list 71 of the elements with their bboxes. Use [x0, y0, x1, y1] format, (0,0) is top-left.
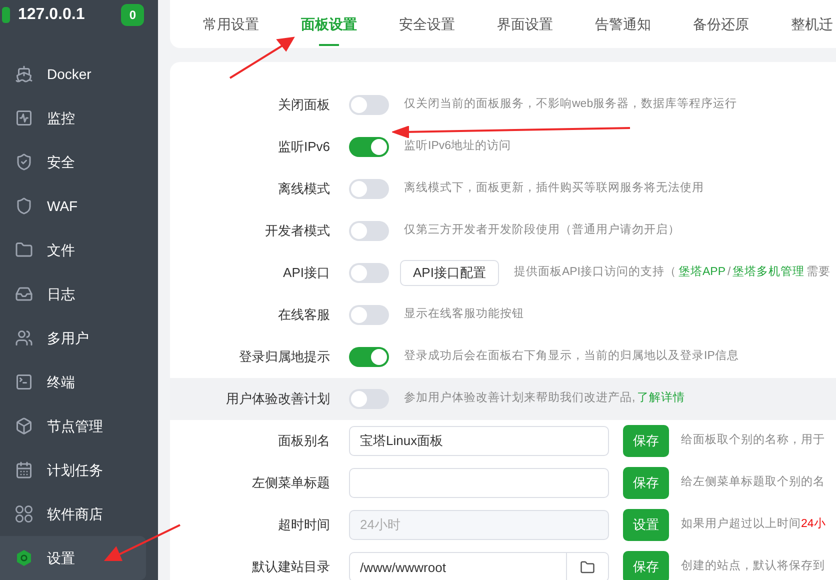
- annotation-arrow: [228, 36, 296, 80]
- setting-label: 默认建站目录: [251, 558, 330, 576]
- tab[interactable]: 备份还原: [672, 0, 770, 48]
- toggle-switch[interactable]: [349, 137, 389, 157]
- calendar-icon: [15, 461, 33, 479]
- tab[interactable]: 安全设置: [378, 0, 476, 48]
- text-field[interactable]: 宝塔Linux面板: [349, 426, 609, 456]
- host-address: 127.0.0.1: [18, 5, 85, 25]
- cube-icon: [15, 417, 33, 435]
- setting-label: 开发者模式: [264, 222, 330, 240]
- setting-label: 关闭面板: [277, 96, 330, 114]
- toggle-switch[interactable]: [349, 221, 389, 241]
- tab[interactable]: 整机迁: [770, 0, 836, 48]
- folder-button[interactable]: [567, 552, 609, 580]
- setting-label: 登录归属地提示: [238, 348, 330, 366]
- setting-label: 左侧菜单标题: [251, 474, 330, 492]
- path-field[interactable]: /www/wwwroot: [349, 552, 567, 580]
- setting-description: 参加用户体验改善计划来帮助我们改进产品, 了解详情: [404, 390, 686, 406]
- toggle-switch[interactable]: [349, 305, 389, 325]
- setting-label: 面板别名: [277, 432, 330, 450]
- toggle-switch[interactable]: [349, 389, 389, 409]
- api-config-button[interactable]: API接口配置: [400, 260, 499, 286]
- setting-description: 仅第三方开发者开发阶段使用（普通用户请勿开启）: [404, 222, 680, 238]
- toggle-switch[interactable]: [349, 347, 389, 367]
- setting-description: 给面板取个别的名称，用于: [681, 432, 825, 448]
- setting-description: 离线模式下，面板更新，插件购买等联网服务将无法使用: [404, 180, 704, 196]
- sidebar-item[interactable]: 设置: [0, 536, 146, 580]
- tab[interactable]: 界面设置: [476, 0, 574, 48]
- tray-icon: [15, 285, 33, 303]
- shield-check-icon: [15, 153, 33, 171]
- setting-label: 监听IPv6: [276, 138, 330, 156]
- ship-icon: [15, 65, 33, 83]
- setting-description: 仅关闭当前的面板服务，不影响web服务器，数据库等程序运行: [404, 96, 738, 112]
- sidebar-item[interactable]: Docker: [0, 52, 158, 96]
- setting-label: 超时时间: [277, 516, 330, 534]
- setting-label: 在线客服: [277, 306, 330, 324]
- setting-description: 给左侧菜单标题取个别的名: [681, 474, 825, 490]
- sidebar-item[interactable]: 监控: [0, 96, 158, 140]
- sidebar-item[interactable]: 节点管理: [0, 404, 158, 448]
- folder-icon: [580, 560, 595, 574]
- sidebar-item[interactable]: 安全: [0, 140, 158, 184]
- sidebar-item[interactable]: WAF: [0, 184, 158, 228]
- setting-label: 用户体验改善计划: [225, 390, 330, 408]
- text-field[interactable]: [349, 468, 609, 498]
- users-icon: [15, 329, 33, 347]
- toggle-switch[interactable]: [349, 179, 389, 199]
- toggle-switch[interactable]: [349, 263, 389, 283]
- tab[interactable]: 常用设置: [182, 0, 280, 48]
- setting-description: 登录成功后会在面板右下角显示，当前的归属地以及登录IP信息: [404, 348, 739, 364]
- setting-description: 监听IPv6地址的访问: [404, 138, 512, 154]
- setting-description: 提供面板API接口访问的支持（ 堡塔APP / 堡塔多机管理 需要: [514, 264, 831, 280]
- setting-description: 如果用户超过以上时间24小: [681, 516, 826, 532]
- shield-icon: [15, 197, 33, 215]
- chart-square-icon: [15, 109, 33, 127]
- settings-icon: [15, 549, 33, 567]
- setting-description: 创建的站点，默认将保存到: [681, 558, 825, 574]
- sidebar-item[interactable]: 软件商店: [0, 492, 158, 536]
- sidebar-item[interactable]: 多用户: [0, 316, 158, 360]
- setting-description: 显示在线客服功能按钮: [404, 306, 524, 322]
- setting-label: API接口: [282, 264, 330, 282]
- logo-icon: [2, 5, 12, 25]
- sidebar-item[interactable]: 计划任务: [0, 448, 158, 492]
- grid-circles-icon: [15, 505, 33, 523]
- sidebar-item[interactable]: 日志: [0, 272, 158, 316]
- terminal-icon: [15, 373, 33, 391]
- setting-label: 离线模式: [277, 180, 330, 198]
- toggle-switch[interactable]: [349, 95, 389, 115]
- sidebar-item[interactable]: 文件: [0, 228, 158, 272]
- folder-icon: [15, 241, 33, 259]
- tab[interactable]: 告警通知: [574, 0, 672, 48]
- sidebar-item[interactable]: 终端: [0, 360, 158, 404]
